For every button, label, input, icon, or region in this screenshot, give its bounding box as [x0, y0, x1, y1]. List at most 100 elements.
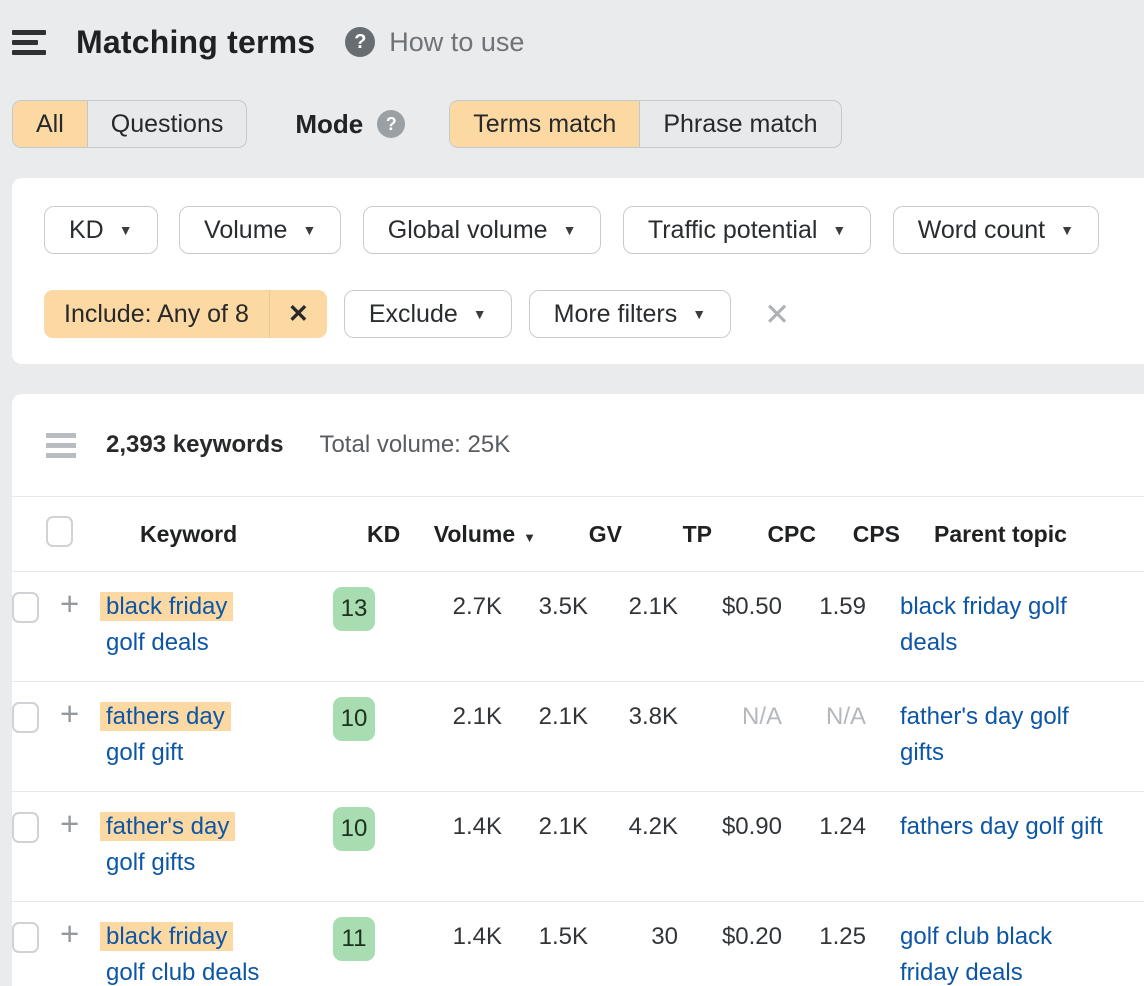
chevron-down-icon: ▼ — [692, 306, 706, 322]
parent-topic-cell: fathers day golf gift — [866, 809, 1144, 845]
include-filter-remove-icon[interactable]: ✕ — [269, 290, 327, 338]
filter-global-volume-dropdown[interactable]: Global volume ▼ — [363, 206, 602, 254]
gv-value: 2.1K — [502, 699, 588, 735]
add-to-list-icon[interactable]: + — [58, 919, 102, 949]
tab-terms-match[interactable]: Terms match — [450, 101, 639, 147]
filter-volume-dropdown[interactable]: Volume ▼ — [179, 206, 341, 254]
table-options-icon[interactable] — [46, 428, 76, 463]
table-row: + fathers daygolf gift 10 2.1K 2.1K 3.8K… — [12, 682, 1144, 792]
chevron-down-icon: ▼ — [119, 222, 133, 238]
how-to-use-link[interactable]: How to use — [389, 27, 524, 58]
keyword-cell: black fridaygolf deals — [102, 589, 333, 661]
select-all-checkbox[interactable] — [46, 516, 73, 547]
keyword-cell: black fridaygolf club deals — [102, 919, 333, 986]
mode-help-icon[interactable]: ? — [377, 110, 405, 138]
add-to-list-icon[interactable]: + — [58, 809, 102, 839]
parent-topic-link[interactable]: father's day golf gifts — [900, 699, 1105, 771]
add-to-list-icon[interactable]: + — [58, 589, 102, 619]
column-header-gv[interactable]: GV — [536, 521, 622, 548]
column-header-keyword[interactable]: Keyword — [136, 521, 367, 548]
parent-topic-link[interactable]: black friday golf deals — [900, 589, 1105, 661]
cpc-value: $0.20 — [678, 919, 782, 955]
cps-value: 1.59 — [782, 589, 866, 625]
parent-topic-cell: father's day golf gifts — [866, 699, 1144, 771]
help-question-icon[interactable]: ? — [345, 27, 375, 57]
column-header-volume[interactable]: Volume▼ — [420, 521, 536, 548]
mode-label: Mode — [295, 109, 363, 140]
result-type-segmented-control: All Questions — [12, 100, 247, 148]
parent-topic-link[interactable]: fathers day golf gift — [900, 809, 1103, 845]
filter-exclude-dropdown[interactable]: Exclude ▼ — [344, 290, 512, 338]
filter-traffic-potential-dropdown[interactable]: Traffic potential ▼ — [623, 206, 871, 254]
table-row: + black fridaygolf club deals 11 1.4K 1.… — [12, 902, 1144, 986]
cpc-value: $0.90 — [678, 809, 782, 845]
tp-value: 3.8K — [588, 699, 678, 735]
gv-value: 3.5K — [502, 589, 588, 625]
filter-kd-dropdown[interactable]: KD ▼ — [44, 206, 158, 254]
match-mode-segmented-control: Terms match Phrase match — [449, 100, 841, 148]
volume-value: 2.7K — [386, 589, 502, 625]
cps-value: N/A — [782, 699, 866, 735]
tp-value: 2.1K — [588, 589, 678, 625]
volume-value: 1.4K — [386, 809, 502, 845]
reports-menu-icon[interactable] — [12, 25, 46, 60]
gv-value: 2.1K — [502, 809, 588, 845]
cps-value: 1.24 — [782, 809, 866, 845]
chevron-down-icon: ▼ — [302, 222, 316, 238]
report-header: Matching terms ? How to use All Question… — [0, 0, 1144, 148]
tab-phrase-match[interactable]: Phrase match — [639, 101, 840, 147]
column-header-parent-topic[interactable]: Parent topic — [900, 521, 1144, 548]
tab-all[interactable]: All — [13, 101, 87, 147]
column-header-tp[interactable]: TP — [622, 521, 712, 548]
table-row: + black fridaygolf deals 13 2.7K 3.5K 2.… — [12, 572, 1144, 682]
tp-value: 30 — [588, 919, 678, 955]
add-to-list-icon[interactable]: + — [58, 699, 102, 729]
chevron-down-icon: ▼ — [832, 222, 846, 238]
chevron-down-icon: ▼ — [473, 306, 487, 322]
tp-value: 4.2K — [588, 809, 678, 845]
matching-terms-report: Matching terms ? How to use All Question… — [0, 0, 1144, 986]
kd-badge: 11 — [333, 917, 375, 961]
row-checkbox[interactable] — [12, 812, 39, 843]
kd-badge: 13 — [333, 587, 375, 631]
parent-topic-cell: golf club black friday deals — [866, 919, 1144, 986]
chevron-down-icon: ▼ — [563, 222, 577, 238]
keywords-count: 2,393 keywords — [106, 431, 283, 459]
table-header-row: Keyword KD Volume▼ GV TP CPC CPS Parent … — [12, 497, 1144, 572]
results-table-panel: 2,393 keywords Total volume: 25K Keyword… — [12, 394, 1144, 986]
parent-topic-link[interactable]: golf club black friday deals — [900, 919, 1105, 986]
table-toolbar: 2,393 keywords Total volume: 25K — [12, 394, 1144, 497]
column-header-cps[interactable]: CPS — [816, 521, 900, 548]
kd-badge: 10 — [333, 697, 375, 741]
clear-all-filters-icon[interactable]: ✕ — [764, 299, 790, 330]
gv-value: 1.5K — [502, 919, 588, 955]
cpc-value: $0.50 — [678, 589, 782, 625]
tab-questions[interactable]: Questions — [87, 101, 247, 147]
row-checkbox[interactable] — [12, 702, 39, 733]
include-filter-label[interactable]: Include: Any of 8 — [44, 290, 269, 338]
cps-value: 1.25 — [782, 919, 866, 955]
keyword-cell: father's daygolf gifts — [102, 809, 333, 881]
keyword-cell: fathers daygolf gift — [102, 699, 333, 771]
page-title: Matching terms — [76, 24, 315, 61]
total-volume: Total volume: 25K — [319, 431, 510, 459]
column-header-cpc[interactable]: CPC — [712, 521, 816, 548]
filter-more-filters-dropdown[interactable]: More filters ▼ — [529, 290, 732, 338]
chevron-down-icon: ▼ — [1060, 222, 1074, 238]
column-header-kd[interactable]: KD — [367, 521, 420, 548]
row-checkbox[interactable] — [12, 922, 39, 953]
volume-value: 2.1K — [386, 699, 502, 735]
row-checkbox[interactable] — [12, 592, 39, 623]
keyword-link[interactable]: fathers daygolf gift — [106, 703, 231, 766]
kd-badge: 10 — [333, 807, 375, 851]
keyword-link[interactable]: black fridaygolf club deals — [106, 923, 259, 986]
filter-word-count-dropdown[interactable]: Word count ▼ — [893, 206, 1099, 254]
include-filter-pill: Include: Any of 8 ✕ — [44, 290, 327, 338]
keyword-link[interactable]: father's daygolf gifts — [106, 813, 235, 876]
parent-topic-cell: black friday golf deals — [866, 589, 1144, 661]
filters-panel: KD ▼ Volume ▼ Global volume ▼ Traffic po… — [12, 178, 1144, 364]
cpc-value: N/A — [678, 699, 782, 735]
table-row: + father's daygolf gifts 10 1.4K 2.1K 4.… — [12, 792, 1144, 902]
keyword-link[interactable]: black fridaygolf deals — [106, 593, 233, 656]
volume-value: 1.4K — [386, 919, 502, 955]
